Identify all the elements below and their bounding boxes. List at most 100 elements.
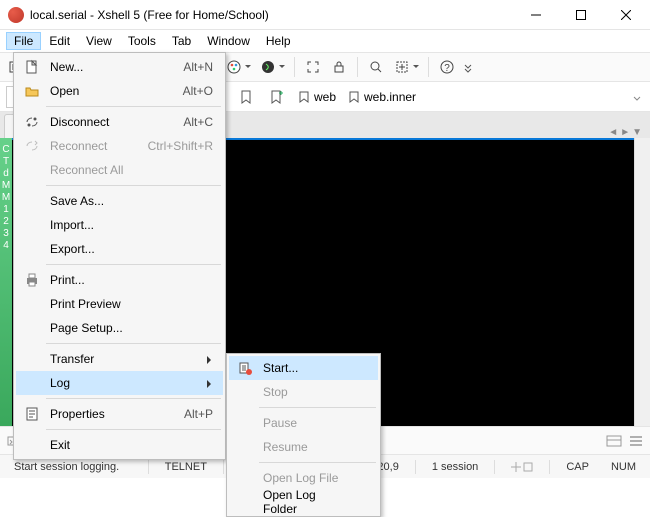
menu-label: Properties — [44, 407, 133, 421]
log-menu-item: Pause — [229, 411, 378, 435]
file-menu-item[interactable]: Import... — [16, 213, 223, 237]
log-menu-item[interactable]: Open Log Folder — [229, 490, 378, 514]
menu-tools[interactable]: Tools — [120, 32, 164, 50]
separator — [428, 57, 429, 77]
file-menu-item[interactable]: Transfer — [16, 347, 223, 371]
send-menu-icon[interactable] — [628, 434, 644, 448]
minimize-button[interactable] — [513, 0, 558, 29]
menu-label: Reconnect All — [44, 163, 213, 177]
add-bookmark-icon[interactable] — [264, 85, 288, 109]
logstart-icon — [233, 360, 257, 376]
menu-label: Exit — [44, 438, 213, 452]
bookmark-icon — [348, 91, 360, 103]
script-icon[interactable] — [256, 55, 280, 79]
app-icon — [8, 7, 24, 23]
log-menu-item[interactable]: Start... — [229, 356, 378, 380]
reconnect-icon — [20, 138, 44, 154]
bookmark-add-icon[interactable] — [390, 55, 414, 79]
menu-label: Export... — [44, 242, 213, 256]
log-menu-item: Stop — [229, 380, 378, 404]
close-button[interactable] — [603, 0, 648, 29]
status-sessions: 1 session — [426, 461, 484, 473]
status-tray — [505, 462, 539, 472]
menu-file[interactable]: File — [6, 32, 41, 50]
file-menu-item[interactable]: Exit — [16, 433, 223, 457]
menu-edit[interactable]: Edit — [41, 32, 78, 50]
separator — [294, 57, 295, 77]
scrollbar[interactable] — [634, 138, 650, 426]
tab-list-icon[interactable]: ▼ — [632, 127, 642, 138]
lock-icon[interactable] — [327, 55, 351, 79]
status-cap: CAP — [560, 461, 595, 473]
menu-label: Print Preview — [44, 297, 213, 311]
file-menu-item[interactable]: Print... — [16, 268, 223, 292]
menu-label: Stop — [257, 385, 368, 399]
disconnect-icon — [20, 114, 44, 130]
tab-prev-icon[interactable]: ◄ — [608, 127, 618, 138]
menu-shortcut: Alt+N — [133, 60, 213, 74]
fullscreen-icon[interactable] — [301, 55, 325, 79]
open-icon — [20, 83, 44, 99]
menubar: FileEditViewToolsTabWindowHelp — [0, 30, 650, 52]
file-menu-item[interactable]: New...Alt+N — [16, 55, 223, 79]
search-icon[interactable] — [364, 55, 388, 79]
print-icon — [20, 272, 44, 288]
menu-label: Open — [44, 84, 133, 98]
maximize-button[interactable] — [558, 0, 603, 29]
menu-help[interactable]: Help — [258, 32, 299, 50]
toolbar-overflow-icon[interactable] — [461, 55, 475, 79]
tab-next-icon[interactable]: ► — [620, 127, 630, 138]
log-menu-item: Open Log File — [229, 466, 378, 490]
file-menu-item: ReconnectCtrl+Shift+R — [16, 134, 223, 158]
menu-shortcut: Alt+O — [133, 84, 213, 98]
file-menu-item[interactable]: Log — [16, 371, 223, 395]
menu-window[interactable]: Window — [199, 32, 258, 50]
send-target-icon[interactable] — [606, 434, 622, 448]
menu-label: Open Log File — [257, 471, 368, 485]
menu-label: Log — [44, 376, 213, 390]
menu-view[interactable]: View — [78, 32, 120, 50]
menu-label: Page Setup... — [44, 321, 213, 335]
file-menu: New...Alt+NOpenAlt+ODisconnectAlt+CRecon… — [13, 52, 226, 460]
separator — [357, 57, 358, 77]
help-icon[interactable]: ? — [435, 55, 459, 79]
menu-tab[interactable]: Tab — [164, 32, 199, 50]
bookmark-icon — [298, 91, 310, 103]
file-menu-item: Reconnect All — [16, 158, 223, 182]
menu-label: Disconnect — [44, 115, 133, 129]
menu-label: Import... — [44, 218, 213, 232]
bookmark-item[interactable]: web.inner — [344, 88, 420, 106]
menu-label: Resume — [257, 440, 368, 454]
menu-label: Reconnect — [44, 139, 133, 153]
file-menu-item[interactable]: Export... — [16, 237, 223, 261]
file-menu-item[interactable]: OpenAlt+O — [16, 79, 223, 103]
props-icon — [20, 406, 44, 422]
menu-label: Pause — [257, 416, 368, 430]
titlebar: local.serial - Xshell 5 (Free for Home/S… — [0, 0, 650, 30]
menu-shortcut: Ctrl+Shift+R — [133, 139, 213, 153]
menu-shortcut: Alt+P — [133, 407, 213, 421]
terminal-gutter: CTdMM1234 — [0, 138, 12, 426]
file-menu-item[interactable]: DisconnectAlt+C — [16, 110, 223, 134]
menu-label: New... — [44, 60, 133, 74]
new-icon — [20, 59, 44, 75]
file-menu-item[interactable]: Print Preview — [16, 292, 223, 316]
menu-shortcut: Alt+C — [133, 115, 213, 129]
file-menu-item[interactable]: PropertiesAlt+P — [16, 402, 223, 426]
svg-text:?: ? — [444, 63, 450, 74]
window-title: local.serial - Xshell 5 (Free for Home/S… — [30, 8, 513, 22]
log-menu-item: Resume — [229, 435, 378, 459]
bookmark-toggle-icon[interactable] — [234, 85, 258, 109]
file-menu-item[interactable]: Page Setup... — [16, 316, 223, 340]
menu-label: Open Log Folder — [257, 488, 368, 516]
log-submenu: Start... Stop Pause Resume Open Log File Open… — [226, 353, 381, 517]
file-menu-item[interactable]: Save As... — [16, 189, 223, 213]
status-hint: Start session logging. — [8, 461, 138, 473]
bookmark-item[interactable]: web — [294, 88, 340, 106]
status-num: NUM — [605, 461, 642, 473]
bar-overflow-icon[interactable] — [630, 85, 644, 109]
status-protocol: TELNET — [159, 461, 213, 473]
menu-label: Print... — [44, 273, 213, 287]
menu-label: Start... — [257, 361, 368, 375]
menu-label: Transfer — [44, 352, 213, 366]
